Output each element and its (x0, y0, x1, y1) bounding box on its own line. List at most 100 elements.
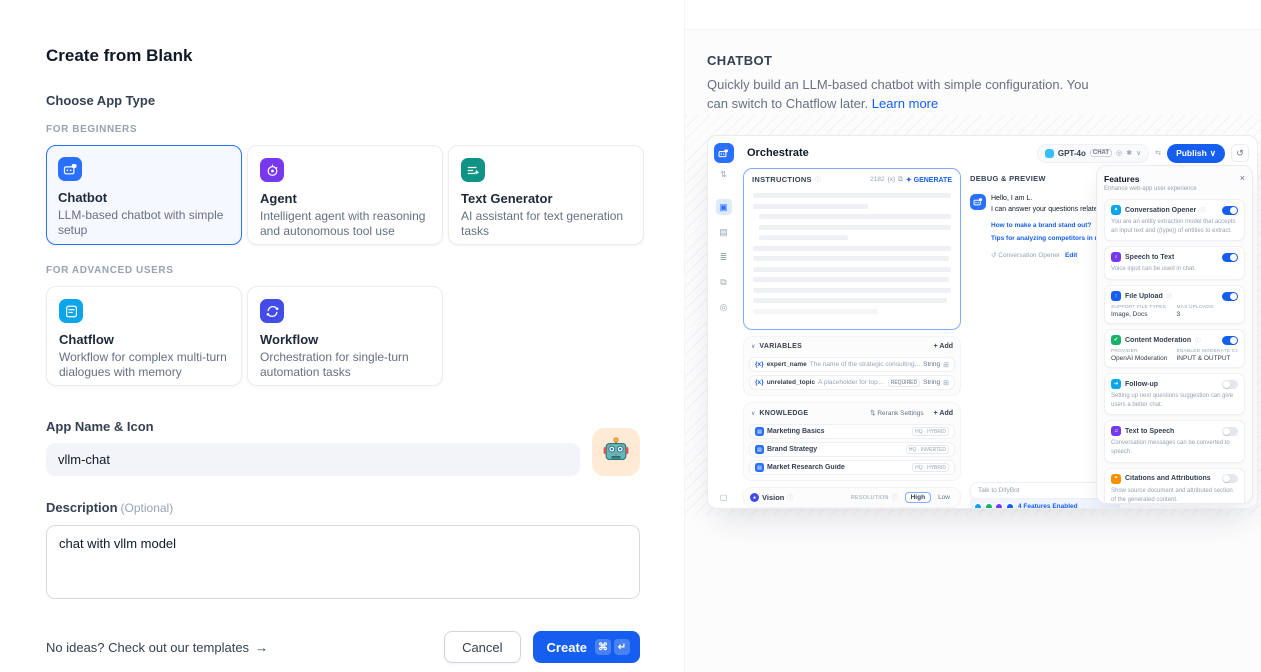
agent-icon (260, 158, 284, 182)
description-textarea[interactable]: chat with vllm model (46, 525, 640, 599)
variable-row: {x} unrelated_topic A placeholder for to… (749, 375, 955, 390)
app-icon-picker-button[interactable] (592, 428, 640, 476)
app-type-name: Workflow (260, 332, 428, 347)
app-name-input[interactable] (46, 443, 580, 476)
app-type-preview-pane: CHATBOT Quickly build an LLM-based chatb… (684, 0, 1261, 672)
for-advanced-users-label: FOR ADVANCED USERS (46, 265, 640, 276)
add-variable-button: + Add (934, 343, 953, 350)
knowledge-row: ▤ Brand Strategy HQ · INVERTED (749, 442, 955, 457)
retrieval-tag: HQ · HYBRID (912, 427, 949, 436)
preview-main: Orchestrate GPT-4o CHAT ◎ ✱ ∨ ⇆ Publish … (739, 136, 1257, 508)
pv-nav-icon: ◎ (716, 299, 732, 315)
citations-icon: ❝ (1111, 474, 1121, 484)
follow-up-icon: ➜ (1111, 379, 1121, 389)
feature-toggle (1222, 292, 1238, 301)
preview-description: Quickly build an LLM-based chatbot with … (707, 76, 1099, 114)
chat-mode-tag: CHAT (1090, 149, 1112, 157)
feature-card-speech-to-text: ♪ Speech to Text Voice input can be used… (1104, 246, 1245, 280)
app-type-card-text-generator[interactable]: Text Generator AI assistant for text gen… (448, 145, 644, 245)
info-icon: ⓘ (787, 493, 793, 502)
settings-icon: ✱ (1126, 149, 1132, 157)
learn-more-link[interactable]: Learn more (872, 96, 938, 111)
document-icon: ▤ (755, 445, 764, 454)
cancel-button[interactable]: Cancel (444, 631, 520, 663)
enter-key-icon: ↵ (614, 639, 630, 655)
preview-switch-icon: ⇅ (720, 170, 727, 179)
feature-mini-icon (1006, 503, 1014, 510)
features-panel: Features × Enhance web-app user experien… (1096, 165, 1253, 504)
bot-avatar (970, 194, 986, 210)
pv-nav-orchestrate-icon: ▣ (716, 199, 732, 215)
preview-hatch-zone: ⇅ ▣ ▤ ≣ ⧉ ◎ ▢ Orchestrate G (685, 115, 1261, 515)
info-icon: ⓘ (1200, 206, 1206, 214)
model-provider-icon (1045, 149, 1054, 158)
app-type-name: Chatbot (58, 190, 228, 205)
preview-app-icon (714, 143, 734, 163)
rerank-settings-button: ⇅ Rerank Settings (870, 409, 924, 417)
description-label: Description (46, 500, 118, 515)
info-icon: ⓘ (892, 493, 898, 502)
description-optional-label: (Optional) (121, 501, 174, 515)
app-type-desc: AI assistant for text generation tasks (461, 209, 629, 240)
advanced-cards-row: Chatflow Workflow for complex multi-turn… (46, 286, 640, 386)
app-type-card-chatflow[interactable]: Chatflow Workflow for complex multi-turn… (46, 286, 242, 386)
pv-nav-icon: ⧉ (716, 274, 732, 290)
feature-toggle (1222, 427, 1238, 436)
text-to-speech-icon: ♫ (1111, 426, 1121, 436)
feature-card-citations: ❝ Citations and Attributions Show source… (1104, 468, 1245, 504)
choose-app-type-label: Choose App Type (46, 93, 640, 108)
vision-row: ● Vision ⓘ RESOLUTION ⓘ High Low (743, 487, 961, 508)
chevron-down-icon: ∨ (1136, 149, 1141, 157)
app-type-card-chatbot[interactable]: Chatbot LLM-based chatbot with simple se… (46, 145, 242, 245)
add-knowledge-button: + Add (934, 410, 953, 417)
app-type-desc: Orchestration for single-turn automation… (260, 350, 428, 381)
knowledge-row: ▤ Market Research Guide HQ · HYBRID (749, 460, 955, 475)
chevron-down-icon: ∨ (751, 343, 755, 350)
variable-settings-icon: ⊞ (943, 361, 949, 369)
pv-nav-icon: ≣ (716, 249, 732, 265)
publish-button: Publish ∨ (1167, 144, 1225, 163)
info-icon: ⓘ (1195, 336, 1201, 344)
browse-templates-link[interactable]: No ideas? Check out our templates → (46, 640, 268, 655)
resolution-low-option: Low (934, 493, 954, 502)
for-beginners-label: FOR BEGINNERS (46, 124, 640, 135)
feature-toggle (1222, 336, 1238, 345)
info-icon: ⓘ (815, 175, 821, 184)
instructions-skeleton-text (744, 188, 960, 324)
create-button[interactable]: Create ⌘ ↵ (533, 631, 640, 663)
content-moderation-icon: ✔ (1111, 335, 1121, 345)
workflow-icon (260, 299, 284, 323)
close-icon: × (1240, 174, 1245, 183)
file-upload-icon: ↑ (1111, 291, 1121, 301)
cmd-key-icon: ⌘ (595, 639, 611, 655)
feature-card-content-moderation: ✔ Content Moderation ⓘ PROVIDER ENABLED … (1104, 329, 1245, 368)
feature-card-follow-up: ➜ Follow-up Setting up next questions su… (1104, 373, 1245, 415)
feature-toggle (1222, 474, 1238, 483)
variables-panel: ∨ VARIABLES + Add {x} expert_name The na… (743, 336, 961, 396)
variable-row: {x} expert_name The name of the strategi… (749, 357, 955, 372)
beginner-cards-row: Chatbot LLM-based chatbot with simple se… (46, 145, 640, 245)
mic-icon: ◎ (1116, 149, 1122, 157)
model-selector-chip: GPT-4o CHAT ◎ ✱ ∨ (1037, 144, 1149, 163)
modal-footer: No ideas? Check out our templates → Canc… (46, 631, 640, 663)
arrow-right-icon: → (255, 640, 268, 655)
app-type-name: Text Generator (461, 191, 629, 206)
app-name-label: App Name & Icon (46, 419, 580, 434)
info-icon: ⓘ (1167, 292, 1173, 300)
generate-button: ✦ GENERATE (906, 176, 952, 184)
variable-settings-icon: ⊞ (943, 379, 949, 387)
app-type-card-agent[interactable]: Agent Intelligent agent with reasoning a… (247, 145, 443, 245)
app-type-name: Agent (260, 191, 428, 206)
app-type-card-workflow[interactable]: Workflow Orchestration for single-turn a… (247, 286, 443, 386)
feature-toggle (1222, 253, 1238, 262)
feature-mini-icon (985, 503, 993, 510)
feature-card-text-to-speech: ♫ Text to Speech Conversation messages c… (1104, 420, 1245, 462)
chatbot-preview-screenshot: ⇅ ▣ ▤ ≣ ⧉ ◎ ▢ Orchestrate G (707, 135, 1258, 509)
keyboard-shortcut-hint: ⌘ ↵ (595, 639, 630, 655)
document-icon: ▤ (755, 427, 764, 436)
app-type-desc: LLM-based chatbot with simple setup (58, 208, 228, 239)
feature-mini-icon (974, 503, 982, 510)
swap-model-icon: ⇆ (1155, 149, 1161, 157)
app-name-section: App Name & Icon (46, 419, 640, 476)
chatflow-icon (59, 299, 83, 323)
